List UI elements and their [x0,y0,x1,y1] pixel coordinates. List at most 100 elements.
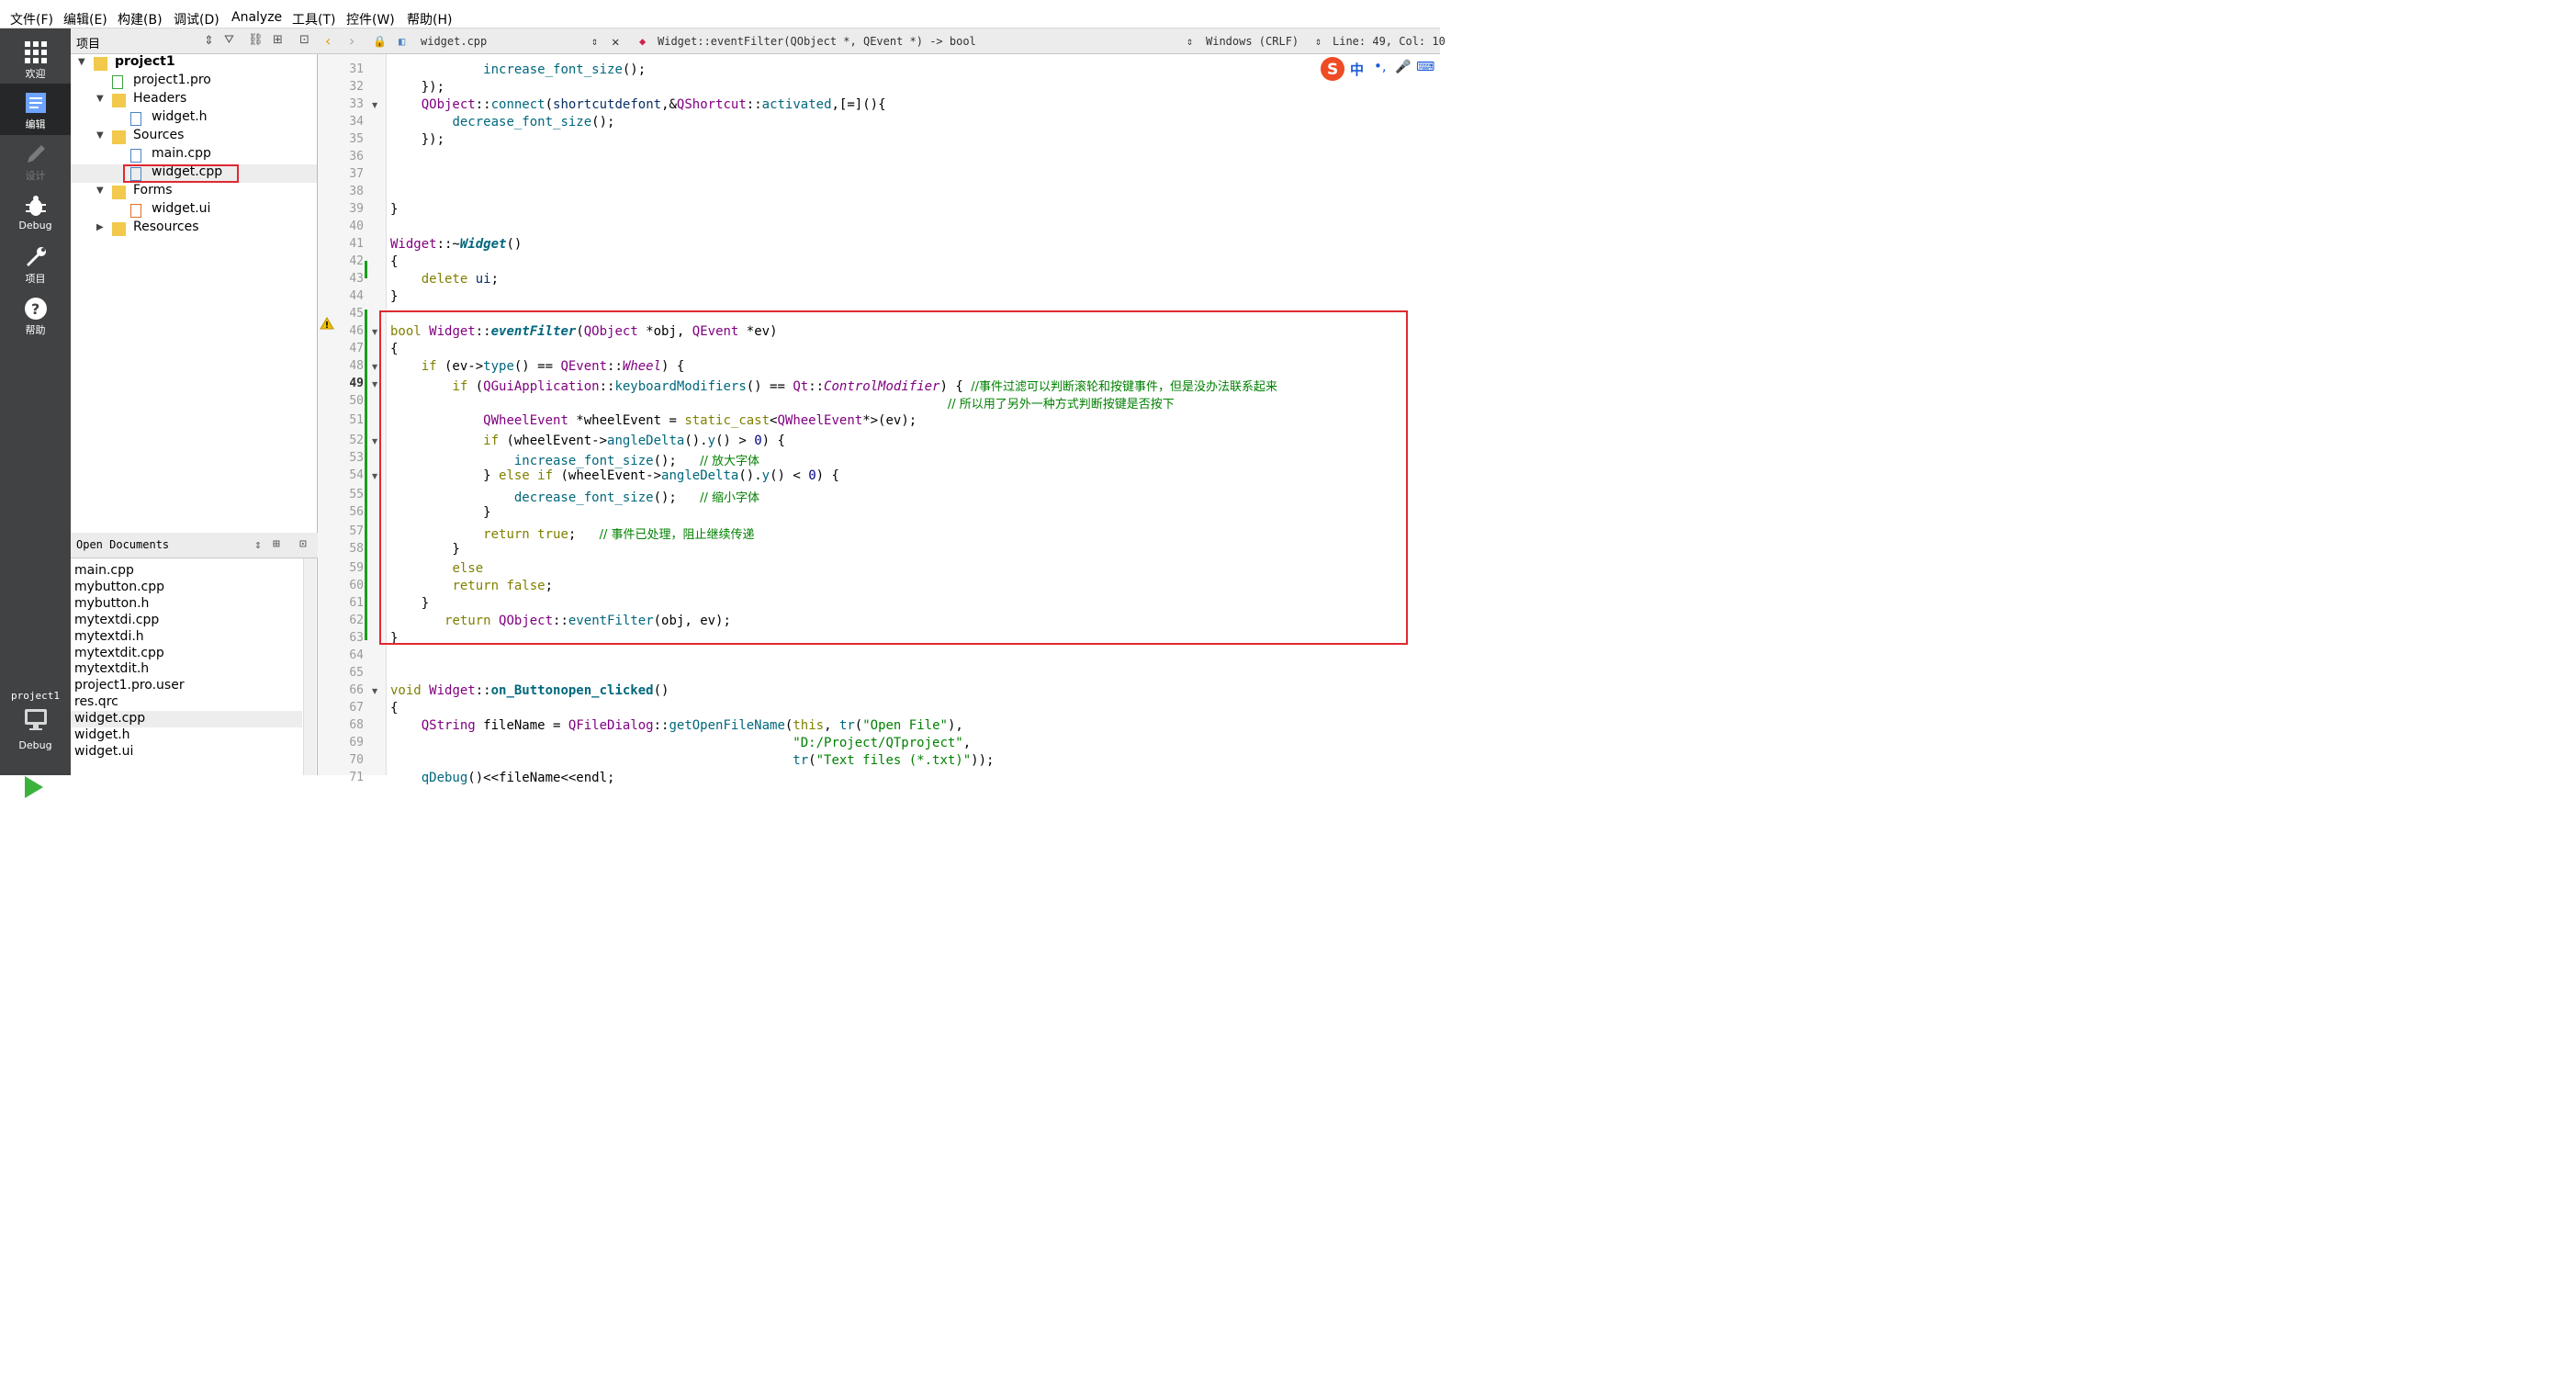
help-icon: ? [24,298,47,320]
tree-item[interactable]: ▼ Headers [71,91,317,109]
tree-item[interactable]: main.cpp [71,146,317,164]
microphone-icon[interactable]: 🎤 [1395,60,1411,74]
sogou-logo-icon: S [1321,57,1344,81]
fold-arrow-icon[interactable]: ▼ [372,363,377,371]
folder-cpp-icon [112,130,126,144]
mode-设计[interactable]: 设计 [0,135,71,186]
open-document-item[interactable]: main.cpp [74,563,134,580]
line-number: 36 [349,150,364,163]
tree-item[interactable]: project1.pro [71,73,317,91]
mode-项目[interactable]: 项目 [0,238,71,289]
open-document-item[interactable]: mytextdit.h [74,661,149,678]
fold-arrow-icon[interactable]: ▼ [372,101,377,109]
monitor-icon [24,709,47,730]
fold-arrow-icon[interactable]: ▼ [372,380,377,389]
line-number: 37 [349,167,364,181]
expand-arrow-icon[interactable]: ▼ [78,57,85,67]
line-number: 32 [349,80,364,94]
current-file-combo[interactable]: widget.cpp [421,35,487,48]
mode-欢迎[interactable]: 欢迎 [0,33,71,85]
input-method-toolbar[interactable]: S 中 •, 🎤 ⌨ [1319,55,1440,83]
menu-item[interactable]: Analyze [231,10,282,25]
folder-qt-icon [94,57,107,71]
split-icon[interactable]: ⊞ [273,537,280,551]
code-line: delete ui; [421,272,500,287]
open-document-item[interactable]: project1.pro.user [74,678,185,694]
fold-arrow-icon[interactable]: ▼ [372,472,377,480]
line-number: 52 [349,434,364,447]
link-icon[interactable]: ⛓ [248,33,264,47]
forward-arrow-icon[interactable]: › [349,32,354,50]
mode-label: 帮助 [25,324,46,336]
svg-text:?: ? [31,300,39,318]
tree-item[interactable]: ▼ Sources [71,128,317,146]
code-line: "D:/Project/QTproject", [793,736,972,750]
tree-item[interactable]: ▶ Resources [71,220,317,238]
open-document-item[interactable]: res.qrc [74,694,118,711]
tree-item[interactable]: ▼ project1 [71,54,317,73]
menu-item[interactable]: 帮助(H) [407,10,452,28]
symbol-combo[interactable]: Widget::eventFilter(QObject *, QEvent *)… [658,35,976,48]
close-pane-icon[interactable]: ⊡ [299,33,309,47]
split-icon[interactable]: ⊞ [273,33,283,47]
folder-h-icon [112,94,126,107]
run-icon[interactable] [23,774,45,800]
filter-icon[interactable]: ⛛ [224,33,234,47]
fold-arrow-icon[interactable]: ▼ [372,437,377,445]
ui-file-icon [130,204,141,218]
menu-item[interactable]: 构建(B) [118,10,163,28]
collapse-arrow-icon[interactable]: ▶ [96,222,104,232]
back-arrow-icon[interactable]: ‹ [325,32,331,50]
ime-mode-icon[interactable]: 中 [1350,60,1364,79]
menu-item[interactable]: 控件(W) [346,10,395,28]
line-number: 59 [349,561,364,575]
code-line: QObject::connect(shortcutdefont,&QShortc… [421,97,886,112]
lock-icon: 🔒 [373,35,387,48]
line-number: 39 [349,202,364,216]
kit-selector[interactable]: project1 Debug [0,686,71,760]
menu-item[interactable]: 文件(F) [10,10,53,28]
fold-arrow-icon[interactable]: ▼ [372,687,377,695]
expand-arrow-icon[interactable]: ▼ [96,130,104,141]
close-pane-icon[interactable]: ⊡ [299,537,307,551]
open-document-item[interactable]: mytextdit.cpp [74,646,164,662]
close-file-icon[interactable]: ✕ [612,35,619,50]
line-number: 55 [349,488,364,501]
menu-item[interactable]: 编辑(E) [63,10,107,28]
tree-item[interactable]: widget.h [71,109,317,128]
line-number: 46 [349,324,364,338]
mode-帮助[interactable]: ? 帮助 [0,289,71,341]
expand-arrow-icon[interactable]: ▼ [96,186,104,196]
line-number: 60 [349,579,364,592]
svg-text:S: S [1327,61,1338,79]
open-documents-scrollbar[interactable] [303,558,316,775]
code-line: decrease_font_size(); [452,115,615,130]
view-selector-arrows-icon[interactable]: ⇕ [204,34,214,48]
mode-编辑[interactable]: 编辑 [0,84,71,135]
menu-item[interactable]: 调试(D) [174,10,219,28]
target-config-label: Debug [18,739,52,751]
line-number: 61 [349,596,364,610]
keyboard-icon[interactable]: ⌨ [1416,60,1434,74]
open-document-item[interactable]: widget.h [74,727,130,744]
fold-arrow-icon[interactable]: ▼ [372,328,377,336]
open-document-item[interactable]: mytextdi.h [74,629,144,646]
mode-Debug[interactable]: Debug [0,186,71,238]
line-number: 58 [349,542,364,556]
tree-item[interactable]: ▼ Forms [71,183,317,201]
open-document-item[interactable]: widget.cpp [71,711,302,728]
open-document-item[interactable]: mybutton.cpp [74,580,164,596]
view-selector-arrows-icon[interactable]: ⇕ [254,538,262,552]
punctuation-icon[interactable]: •, [1374,58,1387,74]
open-document-item[interactable]: mybutton.h [74,596,149,613]
line-number: 42 [349,254,364,268]
line-number: 64 [349,648,364,662]
menu-item[interactable]: 工具(T) [292,10,335,28]
line-ending-combo[interactable]: Windows (CRLF) [1206,35,1299,48]
open-document-item[interactable]: widget.ui [74,744,133,761]
open-document-item[interactable]: mytextdi.cpp [74,613,159,629]
expand-arrow-icon[interactable]: ▼ [96,94,104,104]
line-number: 45 [349,307,364,321]
tree-item[interactable]: widget.ui [71,201,317,220]
line-number: 33 [349,97,364,111]
